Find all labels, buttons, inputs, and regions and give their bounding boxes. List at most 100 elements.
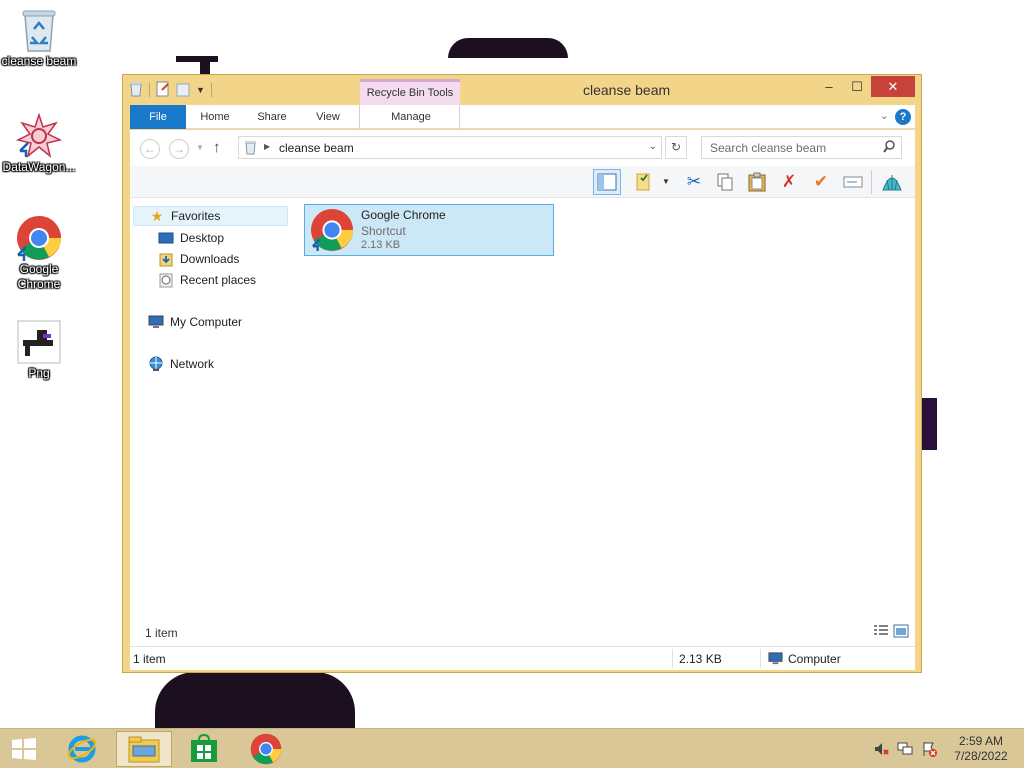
chrome-icon bbox=[310, 208, 354, 255]
preview-pane-button[interactable] bbox=[593, 169, 621, 195]
network-status-icon[interactable] bbox=[897, 741, 913, 757]
copy-button[interactable] bbox=[711, 169, 739, 195]
address-row: ← → ▼ ↑ ▶ cleanse beam ⌄ ↻ Search cleans… bbox=[130, 130, 915, 166]
start-button[interactable] bbox=[0, 731, 48, 767]
clock-date: 7/28/2022 bbox=[954, 749, 1008, 763]
ribbon-expand-icon[interactable]: ⌄ bbox=[880, 109, 889, 122]
properties-button[interactable] bbox=[630, 169, 658, 195]
ribbon-tab-bar: File Home Share View Manage ⌄ ? bbox=[130, 105, 915, 129]
clock-time: 2:59 AM bbox=[958, 734, 1004, 748]
desktop-icon-label: Google Chrome bbox=[17, 262, 61, 291]
qat-divider bbox=[149, 83, 150, 97]
restore-button[interactable]: ✔ bbox=[807, 169, 835, 195]
status-location: Computer bbox=[788, 652, 841, 666]
nav-label: My Computer bbox=[170, 315, 243, 329]
desktop-icon-datawagon[interactable]: DataWagon... bbox=[0, 112, 78, 175]
search-input[interactable]: Search cleanse beam bbox=[701, 136, 902, 159]
new-folder-icon[interactable] bbox=[176, 81, 190, 100]
taskbar: 2:59 AM 7/28/2022 bbox=[0, 728, 1024, 768]
checkmark-icon: ✔ bbox=[813, 172, 829, 191]
tab-share[interactable]: Share bbox=[250, 105, 294, 129]
background-shape bbox=[200, 56, 210, 76]
taskbar-internet-explorer[interactable] bbox=[54, 731, 110, 767]
taskbar-store[interactable] bbox=[176, 731, 232, 767]
windows-logo-icon bbox=[12, 738, 36, 760]
file-item-google-chrome[interactable]: Google Chrome Shortcut 2.13 KB bbox=[304, 204, 554, 256]
delete-x-icon: ✗ bbox=[781, 172, 797, 191]
tab-home[interactable]: Home bbox=[194, 105, 236, 129]
folder-icon bbox=[128, 736, 160, 763]
tab-view[interactable]: View bbox=[308, 105, 348, 129]
nav-item-downloads[interactable]: Downloads bbox=[158, 249, 239, 269]
forward-button[interactable]: → bbox=[169, 139, 189, 159]
network-icon bbox=[148, 356, 164, 372]
refresh-button[interactable]: ↻ bbox=[665, 136, 687, 159]
downloads-folder-icon bbox=[158, 251, 174, 267]
paste-button[interactable] bbox=[743, 169, 771, 195]
nav-item-my-computer[interactable]: My Computer bbox=[148, 312, 242, 332]
qat-dropdown-icon[interactable]: ▼ bbox=[196, 85, 205, 95]
refresh-icon: ↻ bbox=[670, 140, 682, 154]
status-divider bbox=[760, 649, 761, 668]
volume-muted-icon[interactable] bbox=[873, 741, 889, 757]
rename-button[interactable] bbox=[839, 169, 867, 195]
desktop-icon-png[interactable]: Png bbox=[0, 318, 78, 381]
delete-button[interactable]: ✗ bbox=[775, 169, 803, 195]
tab-file[interactable]: File bbox=[130, 105, 186, 129]
nav-item-network[interactable]: Network bbox=[148, 354, 214, 374]
status-item-count: 1 item bbox=[133, 652, 166, 666]
dropdown-icon[interactable]: ▼ bbox=[662, 177, 670, 186]
properties-icon[interactable] bbox=[156, 81, 170, 100]
explorer-window[interactable]: ▼ Recycle Bin Tools cleanse beam – ☐ ✕ F… bbox=[122, 74, 922, 673]
store-icon bbox=[191, 734, 217, 762]
taskbar-clock[interactable]: 2:59 AM 7/28/2022 bbox=[946, 734, 1016, 764]
tab-manage[interactable]: Manage bbox=[376, 105, 446, 129]
file-name: Google Chrome bbox=[361, 208, 446, 222]
desktop-icon-label: DataWagon... bbox=[2, 160, 76, 174]
nav-item-favorites[interactable]: ★ Favorites bbox=[133, 206, 288, 226]
cut-button[interactable]: ✂ bbox=[680, 169, 708, 195]
details-view-icon[interactable] bbox=[873, 624, 889, 638]
paste-icon bbox=[748, 172, 766, 192]
command-toolbar: ▼ ✂ ✗ ✔ bbox=[130, 166, 915, 198]
action-center-icon[interactable] bbox=[921, 741, 937, 757]
nav-label: Favorites bbox=[171, 209, 221, 223]
desktop-icon-recycle-bin[interactable]: cleanse beam bbox=[0, 6, 78, 69]
title-bar[interactable]: ▼ Recycle Bin Tools cleanse beam – ☐ ✕ bbox=[123, 75, 921, 107]
recent-locations-chevron-icon[interactable]: ▼ bbox=[196, 143, 204, 152]
shell-button[interactable] bbox=[878, 169, 906, 195]
computer-icon bbox=[148, 314, 164, 330]
taskbar-file-explorer[interactable] bbox=[116, 731, 172, 767]
taskbar-chrome[interactable] bbox=[238, 731, 294, 767]
desktop-icon bbox=[158, 230, 174, 246]
toolbar-divider bbox=[871, 170, 872, 194]
up-arrow-icon[interactable]: ↑ bbox=[213, 139, 221, 156]
help-button[interactable]: ? bbox=[895, 109, 911, 125]
recycle-bin-small-icon bbox=[129, 81, 143, 100]
nav-item-recent-places[interactable]: Recent places bbox=[158, 270, 256, 290]
maximize-button[interactable]: ☐ bbox=[843, 76, 871, 97]
folder-check-icon bbox=[636, 173, 650, 191]
shell-icon bbox=[882, 175, 902, 191]
internet-explorer-icon bbox=[67, 735, 97, 763]
nav-item-desktop[interactable]: Desktop bbox=[158, 228, 224, 248]
breadcrumb-path[interactable]: cleanse beam bbox=[279, 141, 354, 155]
address-bar[interactable]: ▶ cleanse beam ⌄ bbox=[238, 136, 662, 159]
minimize-button[interactable]: – bbox=[815, 76, 843, 97]
back-button[interactable]: ← bbox=[140, 139, 160, 159]
view-toggle bbox=[873, 624, 909, 638]
back-arrow-icon: ← bbox=[144, 142, 156, 156]
context-divider bbox=[459, 105, 460, 129]
breadcrumb-chevron-icon[interactable]: ▶ bbox=[264, 142, 270, 151]
close-button[interactable]: ✕ bbox=[871, 76, 915, 97]
large-icons-view-icon[interactable] bbox=[893, 624, 909, 638]
quick-access-toolbar: ▼ bbox=[129, 81, 212, 99]
preview-pane-icon bbox=[597, 173, 617, 191]
context-divider bbox=[359, 105, 360, 129]
nav-label: Downloads bbox=[180, 252, 240, 266]
png-image-icon bbox=[15, 318, 63, 366]
address-dropdown-icon[interactable]: ⌄ bbox=[649, 141, 657, 152]
desktop-icon-chrome[interactable]: Google Chrome bbox=[0, 214, 78, 292]
status-bar: 1 item 2.13 KB Computer bbox=[130, 646, 915, 670]
recycle-bin-small-icon bbox=[244, 140, 257, 158]
